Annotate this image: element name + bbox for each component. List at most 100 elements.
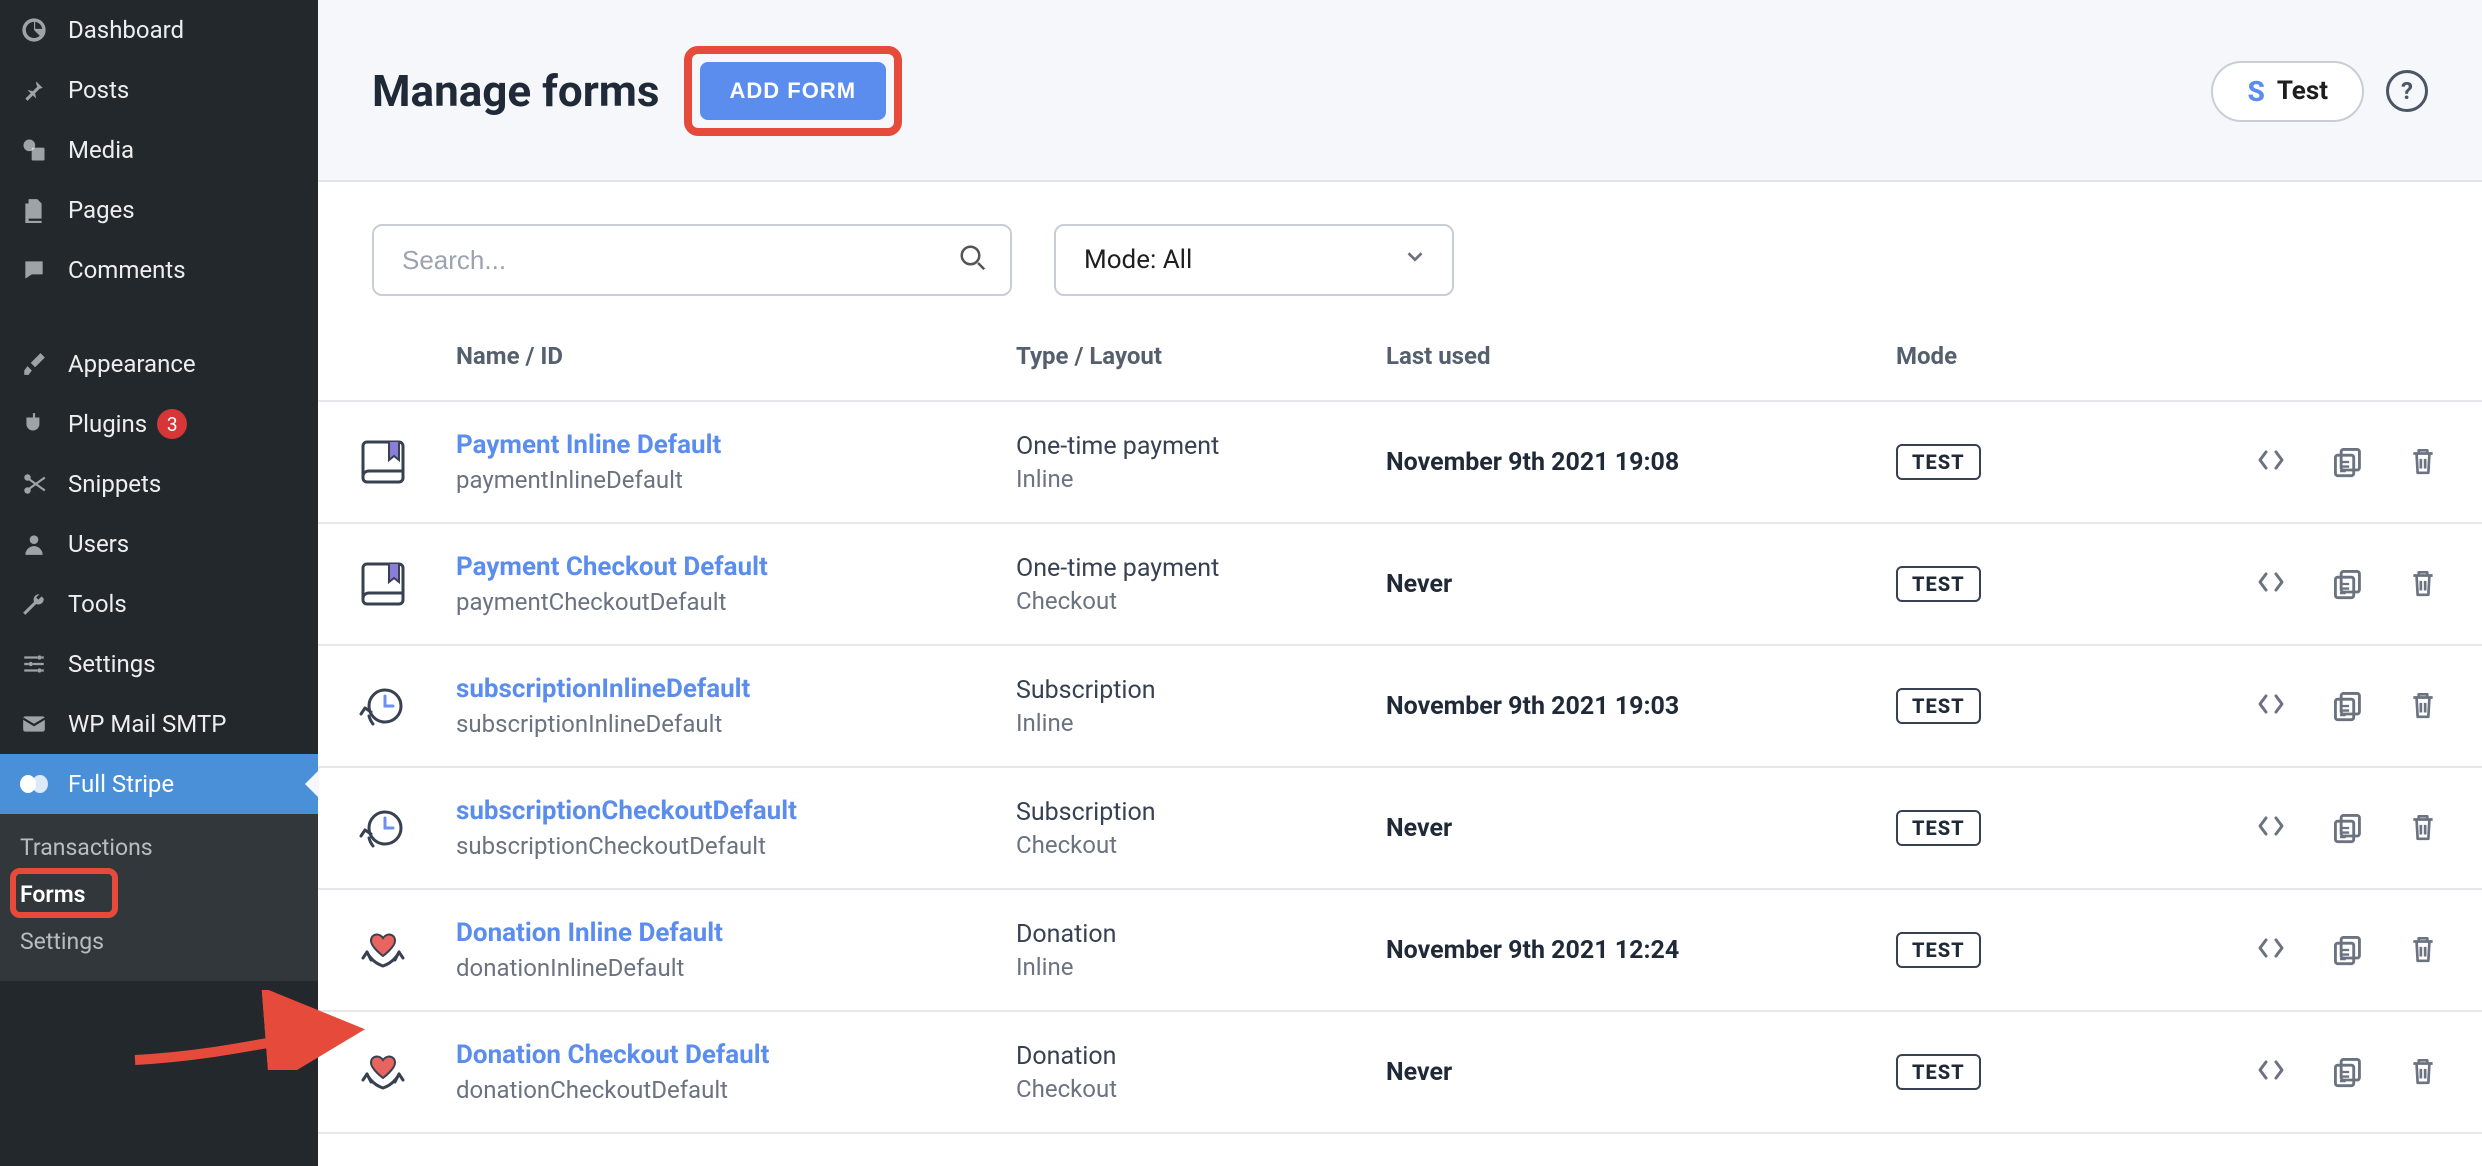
submenu-settings[interactable]: Settings [0, 918, 318, 965]
annotation-highlight-add-form: ADD FORM [684, 46, 903, 136]
sidebar-item-label: Tools [68, 590, 127, 618]
mode-badge: TEST [1896, 1054, 1981, 1090]
user-icon [18, 528, 50, 560]
submenu-transactions[interactable]: Transactions [0, 824, 318, 871]
duplicate-button[interactable] [2332, 690, 2364, 722]
form-last-used: Never [1378, 814, 1888, 843]
search-input[interactable] [372, 224, 1012, 296]
embed-code-button[interactable] [2254, 690, 2288, 722]
embed-code-button[interactable] [2254, 568, 2288, 600]
embed-code-button[interactable] [2254, 1056, 2288, 1088]
form-type: Donation [1016, 920, 1370, 949]
mode-badge: TEST [1896, 688, 1981, 724]
form-id: subscriptionCheckoutDefault [456, 832, 1000, 860]
submenu-forms[interactable]: Forms [0, 871, 318, 918]
mode-filter-label: Mode: All [1084, 245, 1192, 275]
form-name-link[interactable]: subscriptionInlineDefault [456, 674, 1000, 704]
row-type-icon [318, 800, 448, 856]
sidebar-item-settings[interactable]: Settings [0, 634, 318, 694]
sidebar-item-label: Media [68, 136, 134, 164]
delete-button[interactable] [2408, 934, 2438, 966]
sidebar-item-appearance[interactable]: Appearance [0, 334, 318, 394]
form-id: donationInlineDefault [456, 954, 1000, 982]
form-last-used: Never [1378, 1058, 1888, 1087]
table-row: Payment Inline Default paymentInlineDefa… [318, 402, 2482, 524]
row-type-icon [318, 1044, 448, 1100]
sidebar-item-snippets[interactable]: Snippets [0, 454, 318, 514]
table-row: subscriptionCheckoutDefault subscription… [318, 768, 2482, 890]
form-type: One-time payment [1016, 432, 1370, 461]
main-content: Manage forms ADD FORM S Test ? Mode: All [318, 0, 2482, 1166]
delete-button[interactable] [2408, 568, 2438, 600]
form-type: Subscription [1016, 798, 1370, 827]
form-name-link[interactable]: Donation Inline Default [456, 918, 1000, 948]
form-name-link[interactable]: Payment Inline Default [456, 430, 1000, 460]
plugin-icon [18, 408, 50, 440]
form-last-used: November 9th 2021 12:24 [1378, 936, 1888, 965]
embed-code-button[interactable] [2254, 812, 2288, 844]
mode-badge: TEST [1896, 566, 1981, 602]
row-type-icon [318, 678, 448, 734]
form-type: Donation [1016, 1042, 1370, 1071]
media-icon [18, 134, 50, 166]
chevron-down-icon [1402, 244, 1428, 277]
embed-code-button[interactable] [2254, 446, 2288, 478]
form-id: donationCheckoutDefault [456, 1076, 1000, 1104]
mode-badge: TEST [1896, 932, 1981, 968]
sidebar-item-dashboard[interactable]: Dashboard [0, 0, 318, 60]
form-name-link[interactable]: Donation Checkout Default [456, 1040, 1000, 1070]
sidebar-item-label: Plugins [68, 410, 147, 438]
form-layout: Checkout [1016, 831, 1370, 859]
form-last-used: Never [1378, 570, 1888, 599]
sidebar-item-label: Posts [68, 76, 129, 104]
mode-filter-select[interactable]: Mode: All [1054, 224, 1454, 296]
duplicate-button[interactable] [2332, 812, 2364, 844]
form-layout: Checkout [1016, 1075, 1370, 1103]
sidebar-item-label: Comments [68, 256, 186, 284]
pin-icon [18, 74, 50, 106]
sidebar-item-plugins[interactable]: Plugins 3 [0, 394, 318, 454]
embed-code-button[interactable] [2254, 934, 2288, 966]
duplicate-button[interactable] [2332, 934, 2364, 966]
sidebar-item-label: Full Stripe [68, 770, 174, 798]
duplicate-button[interactable] [2332, 1056, 2364, 1088]
comment-icon [18, 254, 50, 286]
sidebar-item-label: Users [68, 530, 129, 558]
add-form-button[interactable]: ADD FORM [700, 62, 887, 120]
table-row: subscriptionInlineDefault subscriptionIn… [318, 646, 2482, 768]
sidebar-item-label: Settings [68, 650, 156, 678]
page-title: Manage forms [372, 65, 660, 117]
sidebar-submenu: Transactions Forms Settings [0, 814, 318, 981]
form-name-link[interactable]: subscriptionCheckoutDefault [456, 796, 1000, 826]
delete-button[interactable] [2408, 812, 2438, 844]
help-button[interactable]: ? [2386, 70, 2428, 112]
stripe-mode-pill[interactable]: S Test [2211, 61, 2364, 122]
delete-button[interactable] [2408, 690, 2438, 722]
row-type-icon [318, 556, 448, 612]
form-layout: Inline [1016, 465, 1370, 493]
table-row: Payment Checkout Default paymentCheckout… [318, 524, 2482, 646]
sidebar-item-pages[interactable]: Pages [0, 180, 318, 240]
brush-icon [18, 348, 50, 380]
form-layout: Inline [1016, 709, 1370, 737]
sidebar-item-media[interactable]: Media [0, 120, 318, 180]
form-type: Subscription [1016, 676, 1370, 705]
sidebar-item-tools[interactable]: Tools [0, 574, 318, 634]
sidebar-item-label: Pages [68, 196, 135, 224]
pages-icon [18, 194, 50, 226]
form-name-link[interactable]: Payment Checkout Default [456, 552, 1000, 582]
duplicate-button[interactable] [2332, 568, 2364, 600]
admin-sidebar: Dashboard Posts Media Pages Comments App… [0, 0, 318, 1166]
duplicate-button[interactable] [2332, 446, 2364, 478]
search-wrap [372, 224, 1012, 296]
sidebar-item-posts[interactable]: Posts [0, 60, 318, 120]
sidebar-item-fullstripe[interactable]: Full Stripe [0, 754, 318, 814]
sidebar-item-comments[interactable]: Comments [0, 240, 318, 300]
fullstripe-icon [18, 768, 50, 800]
delete-button[interactable] [2408, 1056, 2438, 1088]
search-icon [958, 243, 988, 277]
update-count-badge: 3 [157, 409, 187, 439]
sidebar-item-users[interactable]: Users [0, 514, 318, 574]
sidebar-item-wpmailsmtp[interactable]: WP Mail SMTP [0, 694, 318, 754]
delete-button[interactable] [2408, 446, 2438, 478]
